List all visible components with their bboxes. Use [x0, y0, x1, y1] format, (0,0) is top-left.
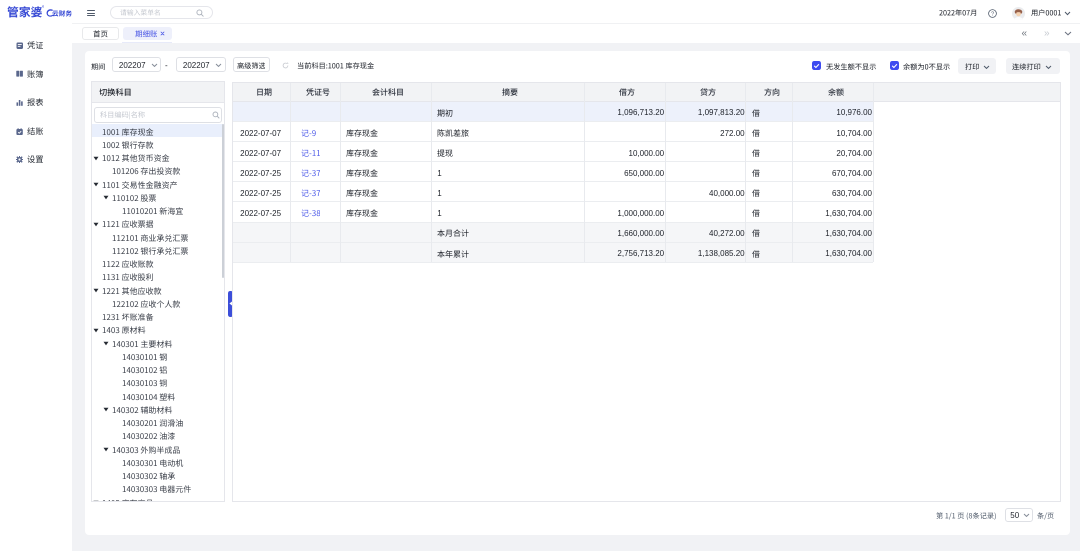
svg-text:?: ? [991, 11, 994, 17]
